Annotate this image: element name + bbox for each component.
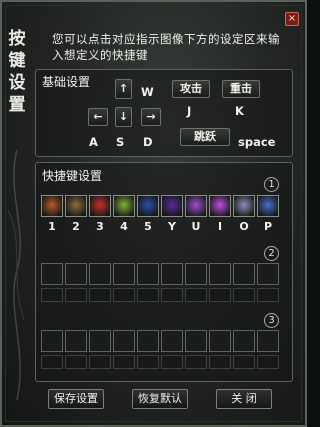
slot-key-binding[interactable] [65,355,87,369]
slot-key-binding[interactable]: Y [161,220,183,233]
slot-key-binding[interactable] [185,288,207,302]
void-orb-icon[interactable] [161,195,183,217]
instructions-text: 您可以点击对应指示图像下方的设定区来输入想定义的快捷键 [52,32,280,62]
slot-key-binding[interactable]: U [185,220,207,233]
empty-skill-slot[interactable] [137,330,159,352]
save-settings-button[interactable]: 保存设置 [48,389,104,409]
empty-skill-slot[interactable] [257,330,279,352]
slot-key-binding[interactable]: 3 [89,220,111,233]
slot-key-binding[interactable] [209,288,231,302]
slot-key-binding[interactable] [233,288,255,302]
empty-skill-slot[interactable] [233,330,255,352]
empty-skill-slot[interactable] [233,263,255,285]
slot-key-binding[interactable] [113,355,135,369]
row-number-2: 2 [264,246,279,261]
key-d-label[interactable]: D [143,135,153,149]
key-up-arrow-icon[interactable]: ↑ [115,79,132,99]
key-w-label[interactable]: W [141,85,154,99]
empty-skill-slot[interactable] [185,330,207,352]
empty-skill-slot[interactable] [113,263,135,285]
close-button[interactable]: 关 闭 [216,389,272,409]
ice-wing-icon[interactable] [257,195,279,217]
key-right-arrow-icon[interactable]: → [141,108,161,126]
slot-key-binding[interactable]: O [233,220,255,233]
slot-key-binding[interactable] [161,288,183,302]
sword-skill-icon[interactable] [41,195,63,217]
heavy-attack-key[interactable]: 重击 [222,80,260,98]
ghost-skill-icon[interactable] [233,195,255,217]
slot-key-binding[interactable] [257,355,279,369]
key-s-label[interactable]: S [116,135,124,149]
empty-skill-slot[interactable] [161,330,183,352]
window-title: 按键设置 [8,29,26,115]
slot-key-binding[interactable] [233,355,255,369]
slot-key-binding[interactable] [41,355,63,369]
arcane-blast-icon[interactable] [209,195,231,217]
empty-skill-slot[interactable] [137,263,159,285]
slot-key-binding[interactable]: 2 [65,220,87,233]
empty-skill-slot[interactable] [113,330,135,352]
restore-defaults-button[interactable]: 恢复默认 [132,389,188,409]
poison-skill-icon[interactable] [113,195,135,217]
empty-skill-slot[interactable] [185,263,207,285]
empty-skill-slot[interactable] [209,263,231,285]
slot-key-binding[interactable]: 4 [113,220,135,233]
empty-skill-slot[interactable] [65,263,87,285]
jump-key[interactable]: 跳跃 [180,128,230,146]
slot-key-binding[interactable] [65,288,87,302]
empty-skill-slot[interactable] [161,263,183,285]
empty-skill-slot[interactable] [41,263,63,285]
slot-key-binding[interactable] [209,355,231,369]
punch-skill-icon[interactable] [65,195,87,217]
slot-key-binding[interactable] [89,355,111,369]
key-space-label[interactable]: space [238,135,275,149]
key-k-label[interactable]: K [235,104,244,118]
key-j-label[interactable]: J [187,104,191,118]
close-window-button[interactable]: × [285,12,299,26]
empty-skill-slot[interactable] [89,330,111,352]
empty-skill-slot[interactable] [41,330,63,352]
slot-key-binding[interactable] [137,288,159,302]
slot-key-binding[interactable]: 5 [137,220,159,233]
basic-settings-label: 基础设置 [42,75,91,89]
slot-key-binding[interactable] [89,288,111,302]
slot-key-binding[interactable] [257,288,279,302]
key-a-label[interactable]: A [89,135,98,149]
empty-skill-slot[interactable] [257,263,279,285]
slot-key-binding[interactable]: 1 [41,220,63,233]
slot-key-binding[interactable]: P [257,220,279,233]
row-number-3: 3 [264,313,279,328]
slot-key-binding[interactable] [41,288,63,302]
quick-keys-label: 快捷键设置 [42,169,103,183]
attack-key[interactable]: 攻击 [172,80,210,98]
slot-key-binding[interactable]: I [209,220,231,233]
key-left-arrow-icon[interactable]: ← [88,108,108,126]
empty-skill-slot[interactable] [89,263,111,285]
empty-skill-slot[interactable] [209,330,231,352]
key-down-arrow-icon[interactable]: ↓ [115,107,132,127]
empty-skill-slot[interactable] [65,330,87,352]
slot-key-binding[interactable] [113,288,135,302]
slot-key-binding[interactable] [137,355,159,369]
fire-blade-icon[interactable] [89,195,111,217]
lightning-skill-icon[interactable] [137,195,159,217]
row-number-1: 1 [264,177,279,192]
ornament-decoration [7,150,25,400]
purple-burst-icon[interactable] [185,195,207,217]
slot-key-binding[interactable] [161,355,183,369]
slot-key-binding[interactable] [185,355,207,369]
